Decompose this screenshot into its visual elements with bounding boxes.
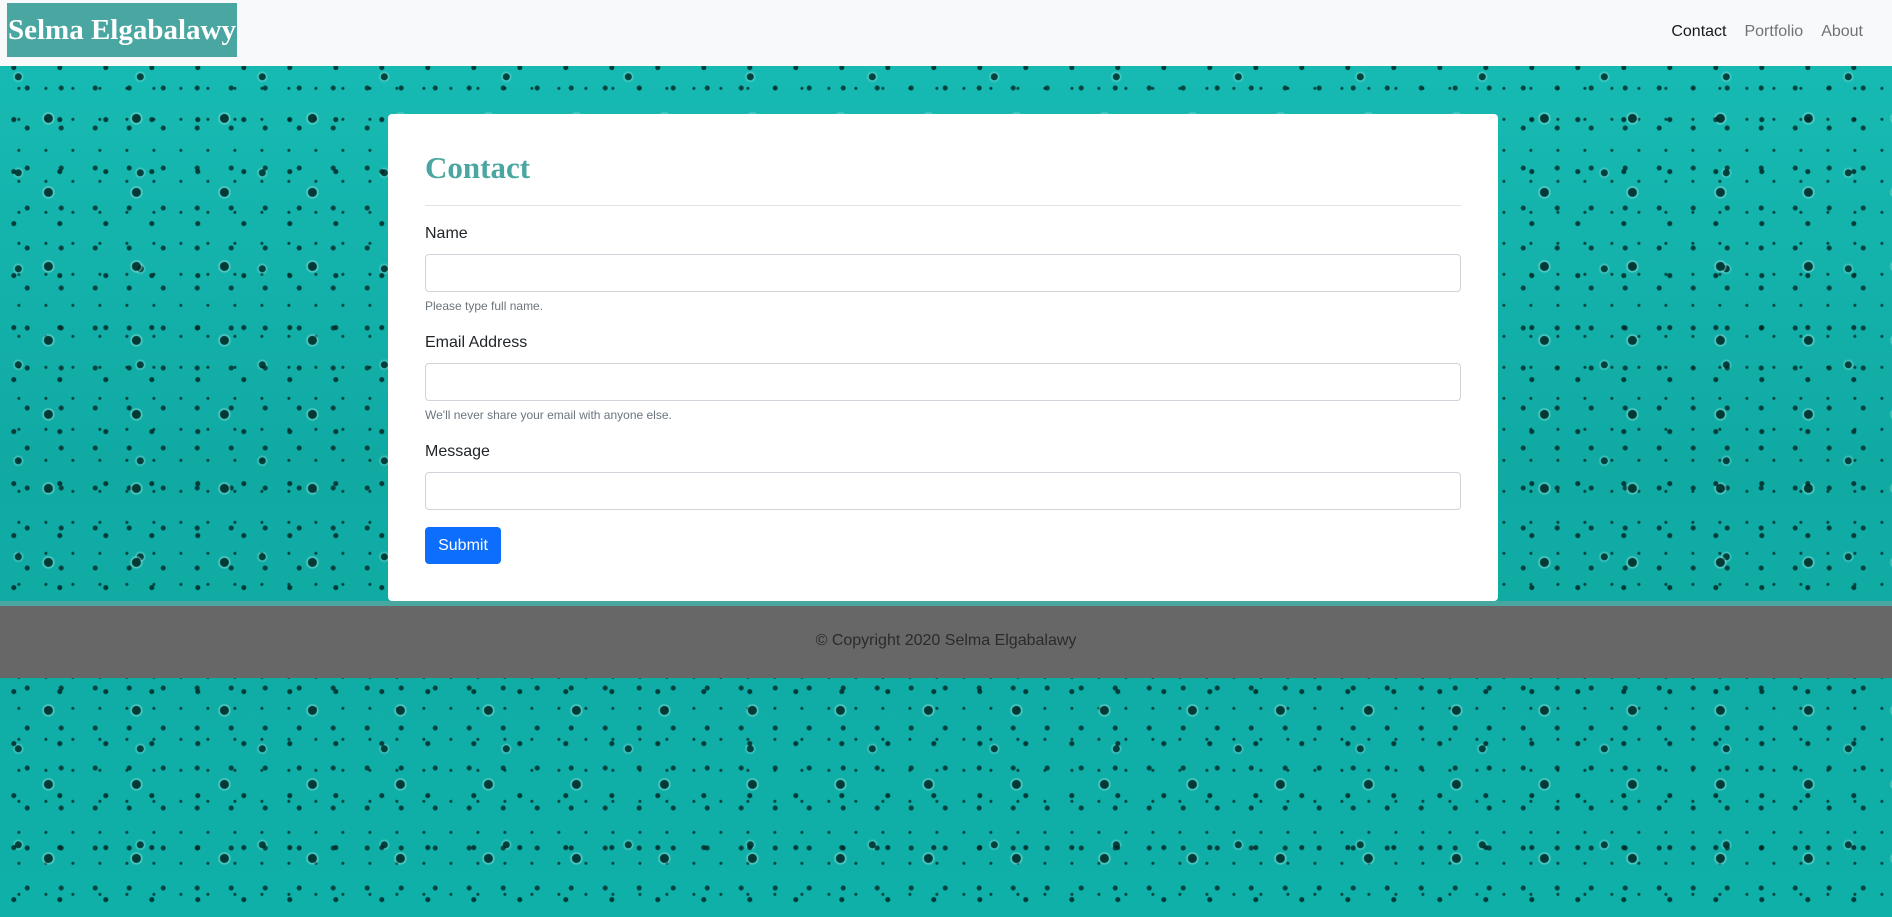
name-help-text: Please type full name. [425, 299, 544, 313]
email-label: Email Address [425, 334, 528, 351]
contact-title: Contact [425, 150, 531, 185]
contact-card: Contact Name Please type full name. Emai… [388, 114, 1498, 601]
nav-links: Contact Portfolio About [1662, 0, 1872, 63]
footer: © Copyright 2020 Selma Elgabalawy [0, 606, 1892, 678]
name-label: Name [425, 225, 468, 242]
email-help-text: We'll never share your email with anyone… [425, 408, 672, 422]
name-input[interactable] [425, 254, 1461, 292]
message-input[interactable] [425, 472, 1461, 510]
email-input[interactable] [425, 363, 1461, 401]
title-divider [425, 205, 1461, 206]
nav-link-portfolio[interactable]: Portfolio [1735, 23, 1812, 41]
message-label: Message [425, 443, 490, 460]
footer-copyright: © Copyright 2020 Selma Elgabalawy [815, 632, 1077, 649]
nav-link-contact[interactable]: Contact [1662, 23, 1735, 41]
nav-link-about[interactable]: About [1812, 23, 1872, 41]
brand-logo[interactable]: Selma Elgabalawy [7, 3, 237, 57]
submit-button[interactable]: Submit [425, 527, 501, 564]
top-navbar: Selma Elgabalawy Contact Portfolio About [0, 0, 1892, 66]
